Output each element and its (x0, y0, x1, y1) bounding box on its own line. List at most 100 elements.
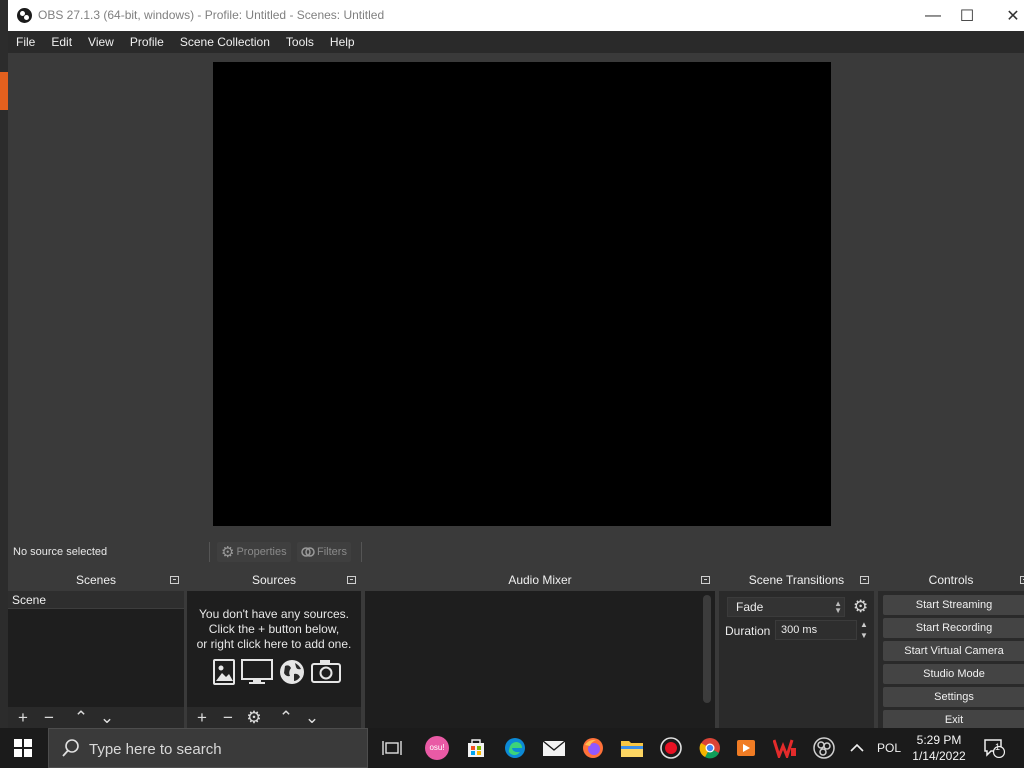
filter-icon (301, 547, 315, 557)
edge-browser-icon[interactable] (503, 736, 527, 760)
filters-label: Filters (317, 546, 347, 558)
menu-edit[interactable]: Edit (43, 31, 80, 53)
source-toolbar: No source selected ⚙ Properties Filters (8, 538, 1024, 566)
move-source-up-button[interactable]: ⌃ (276, 707, 296, 728)
menu-bar: File Edit View Profile Scene Collection … (8, 31, 1024, 53)
remove-scene-button[interactable]: − (39, 707, 59, 728)
move-scene-down-button[interactable]: ⌄ (97, 707, 117, 728)
globe-icon (280, 660, 304, 684)
source-properties-button[interactable]: ⚙ (244, 707, 264, 728)
properties-label: Properties (236, 546, 287, 558)
mixer-scrollbar[interactable] (703, 595, 711, 703)
studio-mode-button[interactable]: Studio Mode (883, 664, 1024, 684)
close-button[interactable]: ✕ (990, 0, 1024, 31)
task-view-icon[interactable] (380, 736, 404, 760)
duration-input[interactable]: 300 ms (775, 620, 857, 640)
transition-value: Fade (736, 600, 764, 614)
add-scene-button[interactable]: + (13, 707, 33, 728)
firefox-icon[interactable] (581, 736, 605, 760)
float-dock-icon[interactable] (1020, 576, 1024, 584)
exit-button[interactable]: Exit (883, 710, 1024, 728)
obs-taskbar-icon[interactable] (812, 736, 836, 760)
empty-line: or right click here to add one. (196, 637, 352, 651)
search-icon (62, 739, 79, 757)
notification-center-icon[interactable]: 1 (983, 728, 1005, 768)
screen-recorder-icon[interactable] (659, 736, 683, 760)
maximize-button[interactable]: ☐ (944, 0, 990, 31)
sources-list[interactable]: You don't have any sources. Click the + … (187, 591, 361, 707)
properties-button[interactable]: ⚙ Properties (217, 542, 291, 562)
duration-spinner[interactable]: ▲ ▼ (857, 620, 871, 640)
move-scene-up-button[interactable]: ⌃ (71, 707, 91, 728)
add-source-button[interactable]: + (192, 707, 212, 728)
obs-logo-icon (17, 8, 32, 23)
toolbar-divider (361, 542, 362, 562)
media-player-icon[interactable] (734, 736, 758, 760)
transition-select[interactable]: Fade ▲ ▼ (727, 597, 845, 617)
menu-tools[interactable]: Tools (278, 31, 322, 53)
empty-line: Click the + button below, (208, 622, 340, 636)
spin-up-icon[interactable]: ▲ (860, 620, 868, 629)
chrome-icon[interactable] (698, 736, 722, 760)
camera-icon (311, 660, 341, 683)
sources-empty-message: You don't have any sources. Click the + … (187, 607, 361, 652)
monitor-icon (241, 659, 273, 684)
float-dock-icon[interactable] (170, 576, 179, 584)
wps-office-icon[interactable] (773, 736, 797, 760)
scene-transitions-dock: Scene Transitions Fade ▲ ▼ ⚙ Duration 300… (719, 570, 874, 728)
scenes-list[interactable]: Scene (8, 591, 184, 707)
empty-line: You don't have any sources. (199, 607, 349, 621)
gear-icon: ⚙ (221, 544, 235, 561)
start-virtual-camera-button[interactable]: Start Virtual Camera (883, 641, 1024, 661)
scene-transitions-header: Scene Transitions (719, 570, 874, 591)
menu-file[interactable]: File (8, 31, 43, 53)
file-explorer-icon[interactable] (620, 736, 644, 760)
clock-date: 1/14/2022 (912, 749, 966, 763)
controls-body: Start Streaming Start Recording Start Vi… (878, 591, 1024, 728)
menu-scene-collection[interactable]: Scene Collection (172, 31, 278, 53)
osu-logo-text: osu! (425, 736, 449, 760)
remove-source-button[interactable]: − (218, 707, 238, 728)
taskbar-clock[interactable]: 5:29 PM 1/14/2022 (906, 732, 972, 764)
sources-title: Sources (251, 573, 297, 587)
input-language-indicator[interactable]: POL (877, 728, 901, 768)
controls-dock: Controls Start Streaming Start Recording… (878, 570, 1024, 728)
toolbar-divider (209, 542, 210, 562)
sources-footer: + − ⚙ ⌃ ⌄ (187, 707, 361, 728)
transition-settings-gear-icon[interactable]: ⚙ (853, 597, 868, 617)
osu-app-icon[interactable]: osu! (425, 736, 449, 760)
menu-profile[interactable]: Profile (122, 31, 172, 53)
tray-overflow-icon[interactable] (850, 728, 864, 768)
scenes-header: Scenes (8, 570, 184, 591)
scenes-title: Scenes (75, 573, 117, 587)
sources-header: Sources (187, 570, 361, 591)
windows-start-icon[interactable] (14, 739, 32, 757)
mail-icon[interactable] (542, 736, 566, 760)
scene-list-item[interactable]: Scene (8, 591, 184, 609)
float-dock-icon[interactable] (347, 576, 356, 584)
audio-mixer-area (365, 591, 715, 728)
menu-help[interactable]: Help (322, 31, 363, 53)
float-dock-icon[interactable] (860, 576, 869, 584)
desktop-edge (0, 0, 8, 728)
taskbar-search-box[interactable]: Type here to search (48, 728, 368, 768)
scene-transitions-body: Fade ▲ ▼ ⚙ Duration 300 ms ▲ ▼ (719, 591, 874, 728)
source-type-icons (213, 659, 341, 685)
scene-transitions-title: Scene Transitions (748, 573, 845, 587)
window-title: OBS 27.1.3 (64-bit, windows) - Profile: … (38, 8, 385, 22)
scenes-footer: + − ⌃ ⌄ (8, 707, 184, 728)
start-recording-button[interactable]: Start Recording (883, 618, 1024, 638)
controls-header: Controls (878, 570, 1024, 591)
menu-view[interactable]: View (80, 31, 122, 53)
settings-button[interactable]: Settings (883, 687, 1024, 707)
desktop-accent (0, 72, 8, 110)
spin-down-icon[interactable]: ▼ (860, 631, 868, 640)
scenes-dock: Scenes Scene + − ⌃ ⌄ (8, 570, 184, 728)
float-dock-icon[interactable] (701, 576, 710, 584)
move-source-down-button[interactable]: ⌄ (302, 707, 322, 728)
start-streaming-button[interactable]: Start Streaming (883, 595, 1024, 615)
sources-dock: Sources You don't have any sources. Clic… (187, 570, 361, 728)
preview-canvas[interactable] (213, 62, 831, 526)
microsoft-store-icon[interactable] (464, 736, 488, 760)
filters-button[interactable]: Filters (297, 542, 351, 562)
